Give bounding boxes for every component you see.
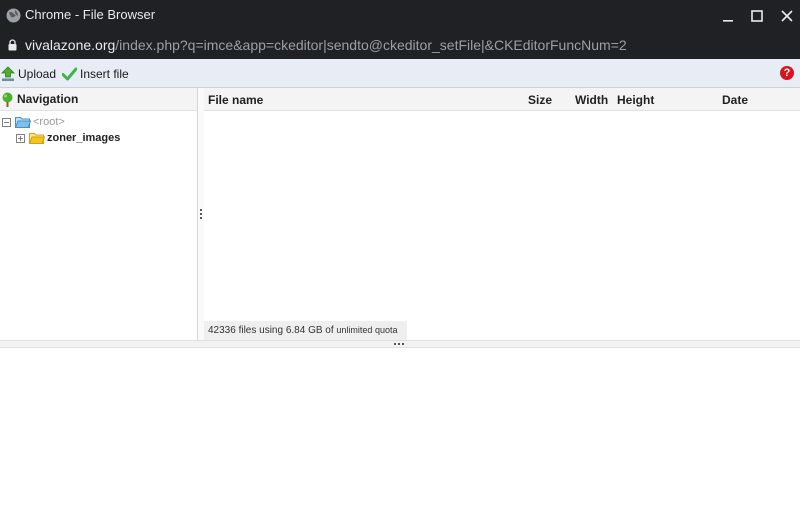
url-path: /index.php?q=imce&app=ckeditor|sendto@ck… — [115, 37, 627, 53]
navigation-pane: Navigation − <root> + zoner_images — [0, 88, 198, 340]
checkmark-icon — [62, 67, 77, 80]
tree-icon — [2, 92, 13, 107]
folder-open-icon — [15, 117, 31, 128]
close-button[interactable] — [775, 4, 799, 28]
maximize-button[interactable] — [745, 4, 769, 28]
upload-button[interactable]: Upload — [1, 65, 56, 82]
window-title-bar: Chrome - File Browser — [0, 0, 800, 32]
url-text[interactable]: vivalazone.org/index.php?q=imce&app=cked… — [25, 37, 627, 53]
folder-icon — [29, 133, 45, 144]
tree-root[interactable]: − <root> — [2, 116, 65, 128]
insert-file-button[interactable]: Insert file — [62, 65, 129, 82]
close-icon — [781, 10, 793, 22]
globe-icon — [6, 8, 21, 23]
window-title: Chrome - File Browser — [25, 7, 156, 22]
minimize-icon — [723, 20, 733, 22]
quota-status: 42336 files using 6.84 GB of unlimited q… — [204, 321, 407, 340]
column-height[interactable]: Height — [617, 93, 654, 107]
file-list-pane: File name Size Width Height Date 42336 f… — [204, 88, 800, 340]
upload-label: Upload — [18, 66, 57, 81]
insert-file-label: Insert file — [80, 66, 129, 81]
tree-folder-zoner-images[interactable]: + zoner_images — [16, 132, 120, 144]
navigation-header: Navigation — [0, 88, 197, 111]
splitter-grip-icon — [200, 209, 202, 221]
preview-pane — [0, 348, 800, 518]
navigation-title: Navigation — [17, 92, 79, 106]
status-quota: unlimited quota — [336, 325, 398, 335]
splitter-grip-icon — [394, 343, 406, 345]
maximize-icon — [751, 10, 763, 22]
upload-icon — [1, 65, 15, 81]
column-file-name[interactable]: File name — [208, 93, 263, 107]
column-size[interactable]: Size — [528, 93, 552, 107]
status-file-count: 42336 files using 6.84 GB of — [208, 325, 334, 336]
help-icon[interactable]: ? — [780, 66, 794, 80]
address-bar: vivalazone.org/index.php?q=imce&app=cked… — [0, 32, 800, 59]
minimize-button[interactable] — [716, 4, 740, 28]
file-list-header: File name Size Width Height Date — [204, 88, 800, 111]
expand-toggle[interactable]: + — [16, 133, 25, 143]
url-host: vivalazone.org — [25, 37, 116, 53]
collapse-toggle[interactable]: − — [2, 117, 11, 127]
column-date[interactable]: Date — [722, 93, 748, 107]
folder-label: zoner_images — [47, 132, 121, 144]
column-width[interactable]: Width — [575, 93, 608, 107]
imce-toolbar: Upload Insert file ? — [0, 59, 800, 88]
lock-icon — [8, 39, 17, 51]
root-label: <root> — [33, 116, 65, 128]
